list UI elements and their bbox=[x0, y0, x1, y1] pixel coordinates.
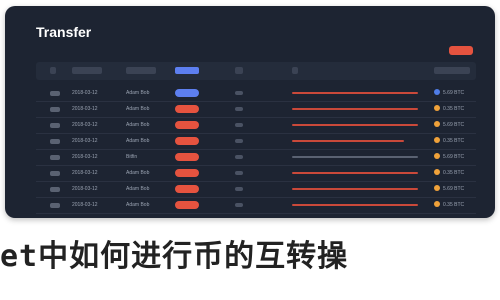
row-name: Adam Bob bbox=[126, 138, 150, 144]
row-id bbox=[50, 123, 60, 128]
row-amount: 5.69 BTC bbox=[443, 90, 465, 96]
status-pill[interactable] bbox=[175, 89, 199, 97]
row-amount: 0.35 BTC bbox=[443, 138, 465, 144]
row-id bbox=[50, 187, 60, 192]
table-row[interactable]: 2018-03-12 Adam Bob 5.69 BTC bbox=[36, 86, 476, 102]
row-amount: 5.69 BTC bbox=[443, 154, 465, 160]
table-row[interactable]: 2018-03-12 Adam Bob 5.69 BTC bbox=[36, 182, 476, 198]
row-id bbox=[50, 155, 60, 160]
row-name: Adam Bob bbox=[126, 106, 150, 112]
row-amount: 0.35 BTC bbox=[443, 170, 465, 176]
row-time: 2018-03-12 bbox=[72, 106, 98, 112]
row-marker bbox=[235, 203, 243, 207]
progress-bar bbox=[292, 156, 418, 158]
header-cell bbox=[235, 67, 243, 74]
transfer-panel: Transfer 2018-03-12 Adam Bob 5.69 BTC 2018-… bbox=[5, 6, 495, 218]
row-amount: 5.69 BTC bbox=[443, 122, 465, 128]
table-row[interactable]: 2018-03-12 Adam Bob 5.69 BTC bbox=[36, 118, 476, 134]
row-time: 2018-03-12 bbox=[72, 138, 98, 144]
progress-bar bbox=[292, 92, 418, 94]
row-time: 2018-03-12 bbox=[72, 186, 98, 192]
row-name: Adam Bob bbox=[126, 202, 150, 208]
row-marker bbox=[235, 123, 243, 127]
row-amount: 0.35 BTC bbox=[443, 106, 465, 112]
status-pill[interactable] bbox=[175, 153, 199, 161]
page-title: Transfer bbox=[36, 24, 92, 40]
row-amount: 0.35 BTC bbox=[443, 202, 465, 208]
table-row[interactable]: 2018-03-12 Bitfin 5.69 BTC bbox=[36, 150, 476, 166]
coin-icon bbox=[434, 121, 440, 127]
coin-icon bbox=[434, 105, 440, 111]
progress-bar bbox=[292, 140, 404, 142]
row-id bbox=[50, 171, 60, 176]
row-amount: 5.69 BTC bbox=[443, 186, 465, 192]
coin-icon bbox=[434, 169, 440, 175]
coin-icon bbox=[434, 185, 440, 191]
row-name: Adam Bob bbox=[126, 186, 150, 192]
caption-text: et中如何进行币的互转操 bbox=[0, 239, 349, 274]
status-pill[interactable] bbox=[175, 137, 199, 145]
row-id bbox=[50, 107, 60, 112]
row-name: Adam Bob bbox=[126, 122, 150, 128]
progress-bar bbox=[292, 108, 418, 110]
coin-icon bbox=[434, 201, 440, 207]
progress-bar bbox=[292, 188, 418, 190]
table-row[interactable]: 2018-03-12 Adam Bob 0.35 BTC bbox=[36, 198, 476, 214]
progress-bar bbox=[292, 172, 418, 174]
row-marker bbox=[235, 171, 243, 175]
status-pill[interactable] bbox=[175, 201, 199, 209]
status-pill[interactable] bbox=[175, 185, 199, 193]
header-cell bbox=[50, 67, 56, 74]
coin-icon bbox=[434, 137, 440, 143]
action-button[interactable] bbox=[449, 46, 473, 55]
row-marker bbox=[235, 91, 243, 95]
row-id bbox=[50, 139, 60, 144]
header-cell bbox=[292, 67, 298, 74]
table-row[interactable]: 2018-03-12 Adam Bob 0.35 BTC bbox=[36, 102, 476, 118]
row-time: 2018-03-12 bbox=[72, 202, 98, 208]
row-marker bbox=[235, 187, 243, 191]
header-cell bbox=[126, 67, 156, 74]
row-marker bbox=[235, 155, 243, 159]
header-cell bbox=[72, 67, 102, 74]
row-time: 2018-03-12 bbox=[72, 170, 98, 176]
row-id bbox=[50, 203, 60, 208]
status-pill[interactable] bbox=[175, 105, 199, 113]
row-marker bbox=[235, 139, 243, 143]
table-header bbox=[36, 62, 476, 80]
coin-icon bbox=[434, 153, 440, 159]
row-id bbox=[50, 91, 60, 96]
status-pill[interactable] bbox=[175, 121, 199, 129]
row-time: 2018-03-12 bbox=[72, 154, 98, 160]
transfer-table: 2018-03-12 Adam Bob 5.69 BTC 2018-03-12 Adam… bbox=[36, 86, 476, 214]
header-cell bbox=[434, 67, 470, 74]
table-row[interactable]: 2018-03-12 Adam Bob 0.35 BTC bbox=[36, 166, 476, 182]
header-filter-pill[interactable] bbox=[175, 67, 199, 74]
progress-bar bbox=[292, 204, 418, 206]
progress-bar bbox=[292, 124, 418, 126]
row-marker bbox=[235, 107, 243, 111]
row-name: Bitfin bbox=[126, 154, 138, 160]
coin-icon bbox=[434, 89, 440, 95]
table-row[interactable]: 2018-03-12 Adam Bob 0.35 BTC bbox=[36, 134, 476, 150]
row-time: 2018-03-12 bbox=[72, 122, 98, 128]
row-name: Adam Bob bbox=[126, 90, 150, 96]
row-name: Adam Bob bbox=[126, 170, 150, 176]
status-pill[interactable] bbox=[175, 169, 199, 177]
row-time: 2018-03-12 bbox=[72, 90, 98, 96]
